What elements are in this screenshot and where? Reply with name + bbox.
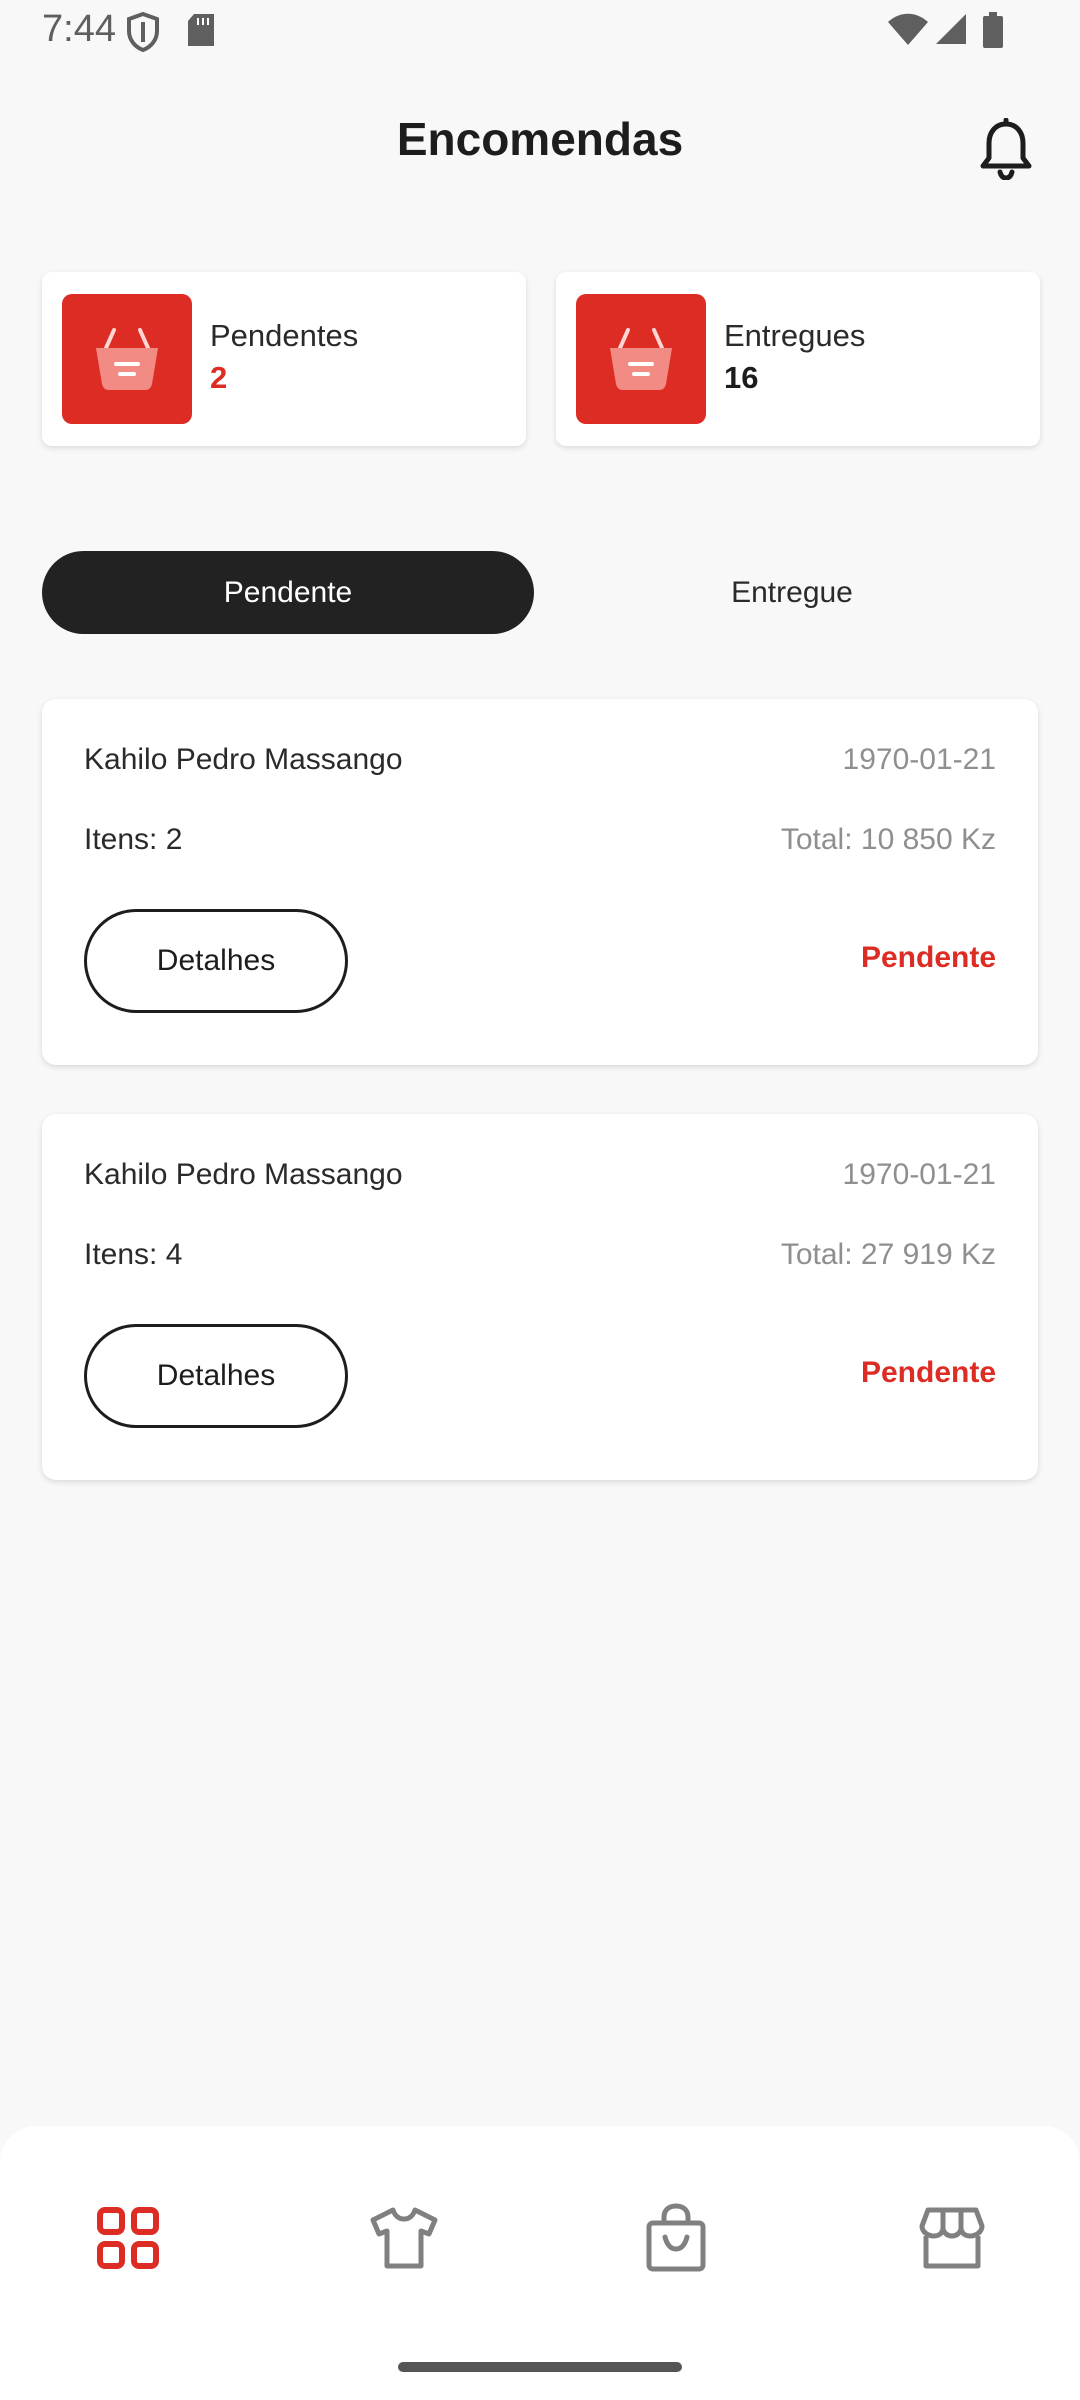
order-card: Kahilo Pedro Massango 1970-01-21 Itens: … (42, 1114, 1038, 1480)
bottom-navigation (0, 2126, 1080, 2400)
home-indicator[interactable] (398, 2362, 682, 2372)
tab-entregue[interactable]: Entregue (546, 551, 1038, 634)
details-button[interactable]: Detalhes (84, 1324, 348, 1428)
delivered-count: 16 (724, 360, 759, 395)
items-count: Itens: 4 (84, 1238, 183, 1271)
signal-icon (934, 12, 968, 51)
items-count: Itens: 2 (84, 823, 183, 856)
basket-icon (576, 294, 706, 424)
order-date: 1970-01-21 (842, 1158, 996, 1191)
battery-icon (982, 12, 1004, 53)
delivered-summary-card[interactable]: Entregues 16 (556, 272, 1040, 446)
status-badge: Pendente (860, 1356, 996, 1389)
order-card: Kahilo Pedro Massango 1970-01-21 Itens: … (42, 699, 1038, 1065)
order-date: 1970-01-21 (842, 743, 996, 776)
status-time: 7:44 (42, 8, 116, 50)
sd-card-icon (186, 12, 216, 53)
pending-summary-card[interactable]: Pendentes 2 (42, 272, 526, 446)
tshirt-icon[interactable] (364, 2198, 444, 2278)
basket-icon (62, 294, 192, 424)
shopping-bag-icon[interactable] (636, 2198, 716, 2278)
store-icon[interactable] (912, 2198, 992, 2278)
pending-count: 2 (210, 360, 228, 395)
customer-name: Kahilo Pedro Massango (84, 1158, 403, 1191)
order-total: Total: 27 919 Kz (780, 1238, 996, 1271)
details-button[interactable]: Detalhes (84, 909, 348, 1013)
pending-label: Pendentes (210, 318, 359, 353)
dashboard-grid-icon[interactable] (88, 2198, 168, 2278)
tab-pendente[interactable]: Pendente (42, 551, 534, 634)
delivered-label: Entregues (724, 318, 866, 353)
customer-name: Kahilo Pedro Massango (84, 743, 403, 776)
status-badge: Pendente (860, 941, 996, 974)
bell-icon[interactable] (978, 117, 1034, 181)
order-total: Total: 10 850 Kz (780, 823, 996, 856)
page-title: Encomendas (396, 113, 684, 165)
shield-icon (126, 11, 160, 57)
wifi-icon (886, 12, 930, 51)
status-bar: 7:44 (0, 0, 1080, 64)
